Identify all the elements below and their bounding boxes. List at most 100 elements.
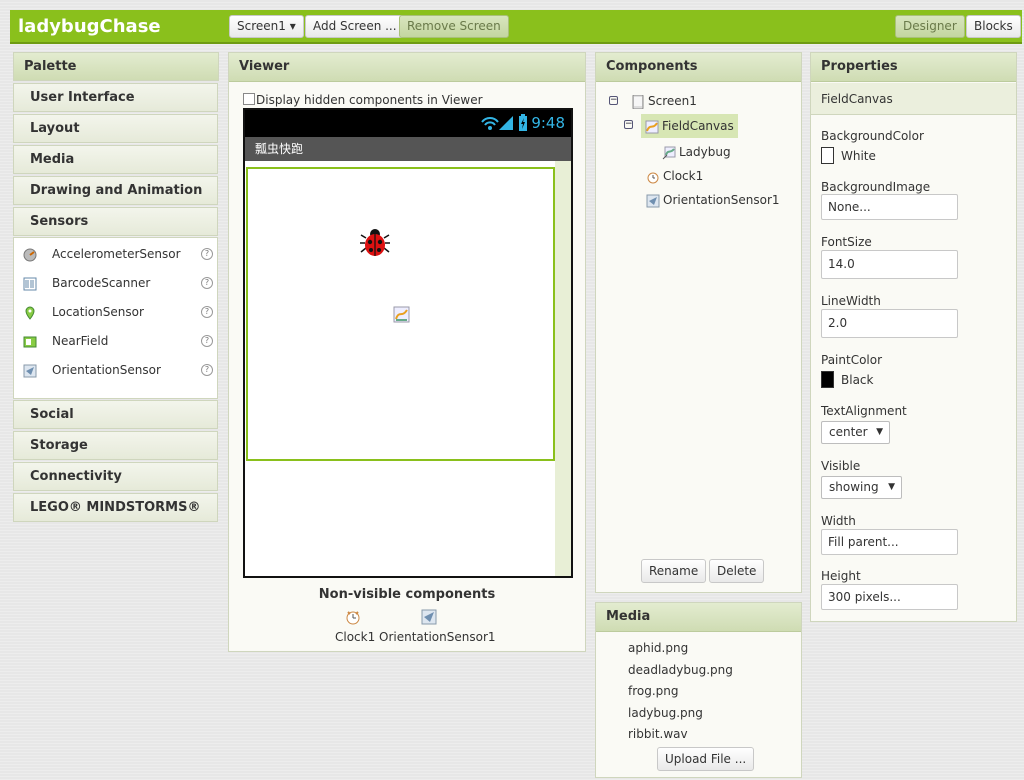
line-width-input[interactable]: 2.0 (821, 309, 958, 338)
nonvisible-orientation-label: OrientationSensor1 (379, 630, 496, 644)
palette-title: Palette (13, 52, 219, 81)
properties-title: Properties (811, 53, 1016, 82)
media-file[interactable]: ribbit.wav (628, 727, 688, 741)
palette-category-storage[interactable]: Storage (13, 431, 218, 460)
remove-screen-button[interactable]: Remove Screen (399, 15, 509, 38)
palette-category-drawing-animation[interactable]: Drawing and Animation (13, 176, 218, 205)
media-file[interactable]: frog.png (628, 684, 679, 698)
media-file[interactable]: ladybug.png (628, 706, 703, 720)
orientation-icon (646, 194, 660, 207)
blocks-button[interactable]: Blocks (966, 15, 1021, 38)
upload-file-button[interactable]: Upload File ... (657, 747, 755, 771)
help-icon[interactable]: ? (201, 277, 213, 289)
add-screen-button[interactable]: Add Screen ... (305, 15, 405, 38)
text-alignment-select[interactable]: center ▼ (821, 421, 890, 444)
tree-node-fieldcanvas[interactable]: FieldCanvas (641, 114, 738, 138)
palette-item-label: LocationSensor (52, 305, 144, 319)
visible-value: showing (829, 480, 879, 494)
tree-node-screen1[interactable]: Screen1 (631, 91, 697, 111)
status-clock: 9:48 (531, 114, 565, 132)
phone-preview: 9:48 瓢虫快跑 (243, 108, 573, 578)
orientation-icon (23, 364, 37, 378)
paint-color-value[interactable]: Black (841, 373, 873, 387)
text-alignment-label: TextAlignment (821, 404, 907, 418)
media-file[interactable]: deadladybug.png (628, 663, 733, 677)
help-icon[interactable]: ? (201, 335, 213, 347)
collapse-fieldcanvas-toggle[interactable]: − (624, 120, 633, 129)
palette-item-location-sensor[interactable]: LocationSensor ? (14, 298, 219, 327)
image-sprite-icon (662, 146, 676, 159)
background-color-value[interactable]: White (841, 149, 876, 163)
wifi-signal-icon (481, 116, 513, 130)
app-title-bar: 瓢虫快跑 (245, 137, 571, 161)
screen-select[interactable]: Screen1 ▾ (229, 15, 304, 38)
collapse-screen1-toggle[interactable]: − (609, 96, 618, 105)
font-size-label: FontSize (821, 235, 872, 249)
palette-item-near-field[interactable]: NearField ? (14, 327, 219, 356)
clock-icon (647, 172, 659, 183)
image-sprite-icon[interactable] (393, 306, 410, 323)
nonvisible-clock[interactable] (336, 609, 370, 628)
ladybug-sprite[interactable] (358, 226, 392, 260)
delete-button[interactable]: Delete (709, 559, 765, 583)
palette-item-accelerometer[interactable]: AccelerometerSensor ? (14, 240, 219, 269)
palette-item-barcode-scanner[interactable]: BarcodeScanner ? (14, 269, 219, 298)
top-bar: ladybugChase Screen1 ▾ Add Screen ... Re… (10, 10, 1022, 44)
height-field[interactable]: 300 pixels... (821, 584, 958, 610)
palette-category-media[interactable]: Media (13, 145, 218, 174)
display-hidden-row: Display hidden components in Viewer (243, 93, 483, 107)
palette-item-label: BarcodeScanner (52, 276, 151, 290)
location-pin-icon (25, 306, 35, 320)
palette-category-social[interactable]: Social (13, 400, 218, 429)
viewer-panel: Viewer Display hidden components in View… (228, 52, 586, 652)
palette-item-label: NearField (52, 334, 109, 348)
display-hidden-label: Display hidden components in Viewer (256, 93, 483, 107)
media-panel: Media aphid.png deadladybug.png frog.png… (595, 602, 802, 778)
palette-category-sensors[interactable]: Sensors (13, 207, 218, 236)
width-field[interactable]: Fill parent... (821, 529, 958, 555)
background-color-label: BackgroundColor (821, 129, 924, 143)
help-icon[interactable]: ? (201, 364, 213, 376)
nonvisible-title: Non-visible components (318, 587, 496, 602)
components-panel: Components − Screen1 − FieldCanvas Ladyb… (595, 52, 802, 593)
palette-item-orientation-sensor[interactable]: OrientationSensor ? (14, 356, 219, 385)
background-image-field[interactable]: None... (821, 194, 958, 220)
status-bar: 9:48 (245, 110, 571, 137)
barcode-icon (23, 277, 37, 291)
designer-button[interactable]: Designer (895, 15, 965, 38)
line-width-label: LineWidth (821, 294, 881, 308)
rename-button[interactable]: Rename (641, 559, 707, 583)
width-label: Width (821, 514, 856, 528)
background-color-swatch[interactable] (821, 147, 834, 164)
palette-panel: Palette User Interface Layout Media Draw… (13, 52, 219, 522)
nonvisible-orientation[interactable] (421, 609, 437, 628)
display-hidden-checkbox[interactable] (243, 93, 255, 105)
sensors-list: AccelerometerSensor ? BarcodeScanner ? L… (13, 237, 218, 399)
media-file[interactable]: aphid.png (628, 641, 688, 655)
field-canvas[interactable] (246, 167, 555, 461)
text-alignment-value: center (829, 425, 868, 439)
tree-node-label: OrientationSensor1 (663, 193, 780, 207)
palette-category-lego-mindstorms[interactable]: LEGO® MINDSTORMS® (13, 493, 218, 522)
font-size-input[interactable]: 14.0 (821, 250, 958, 279)
tree-node-clock1[interactable]: Clock1 (646, 166, 703, 186)
help-icon[interactable]: ? (201, 248, 213, 260)
tree-node-label: FieldCanvas (662, 119, 734, 133)
dropdown-arrow-icon: ▼ (888, 482, 895, 492)
phone-scrollbar[interactable] (555, 161, 571, 576)
palette-category-user-interface[interactable]: User Interface (13, 83, 218, 112)
height-label: Height (821, 569, 861, 583)
components-title: Components (596, 53, 801, 82)
clock-icon (346, 611, 360, 625)
paint-color-swatch[interactable] (821, 371, 834, 388)
visible-label: Visible (821, 459, 861, 473)
tree-node-ladybug[interactable]: Ladybug (662, 142, 731, 162)
palette-category-connectivity[interactable]: Connectivity (13, 462, 218, 491)
tree-node-orientationsensor1[interactable]: OrientationSensor1 (646, 190, 780, 210)
help-icon[interactable]: ? (201, 306, 213, 318)
palette-category-layout[interactable]: Layout (13, 114, 218, 143)
properties-panel: Properties FieldCanvas BackgroundColor W… (810, 52, 1017, 622)
nonvisible-clock-label: Clock1 (335, 630, 376, 644)
tree-node-label: Clock1 (663, 169, 704, 183)
visible-select[interactable]: showing ▼ (821, 476, 902, 499)
